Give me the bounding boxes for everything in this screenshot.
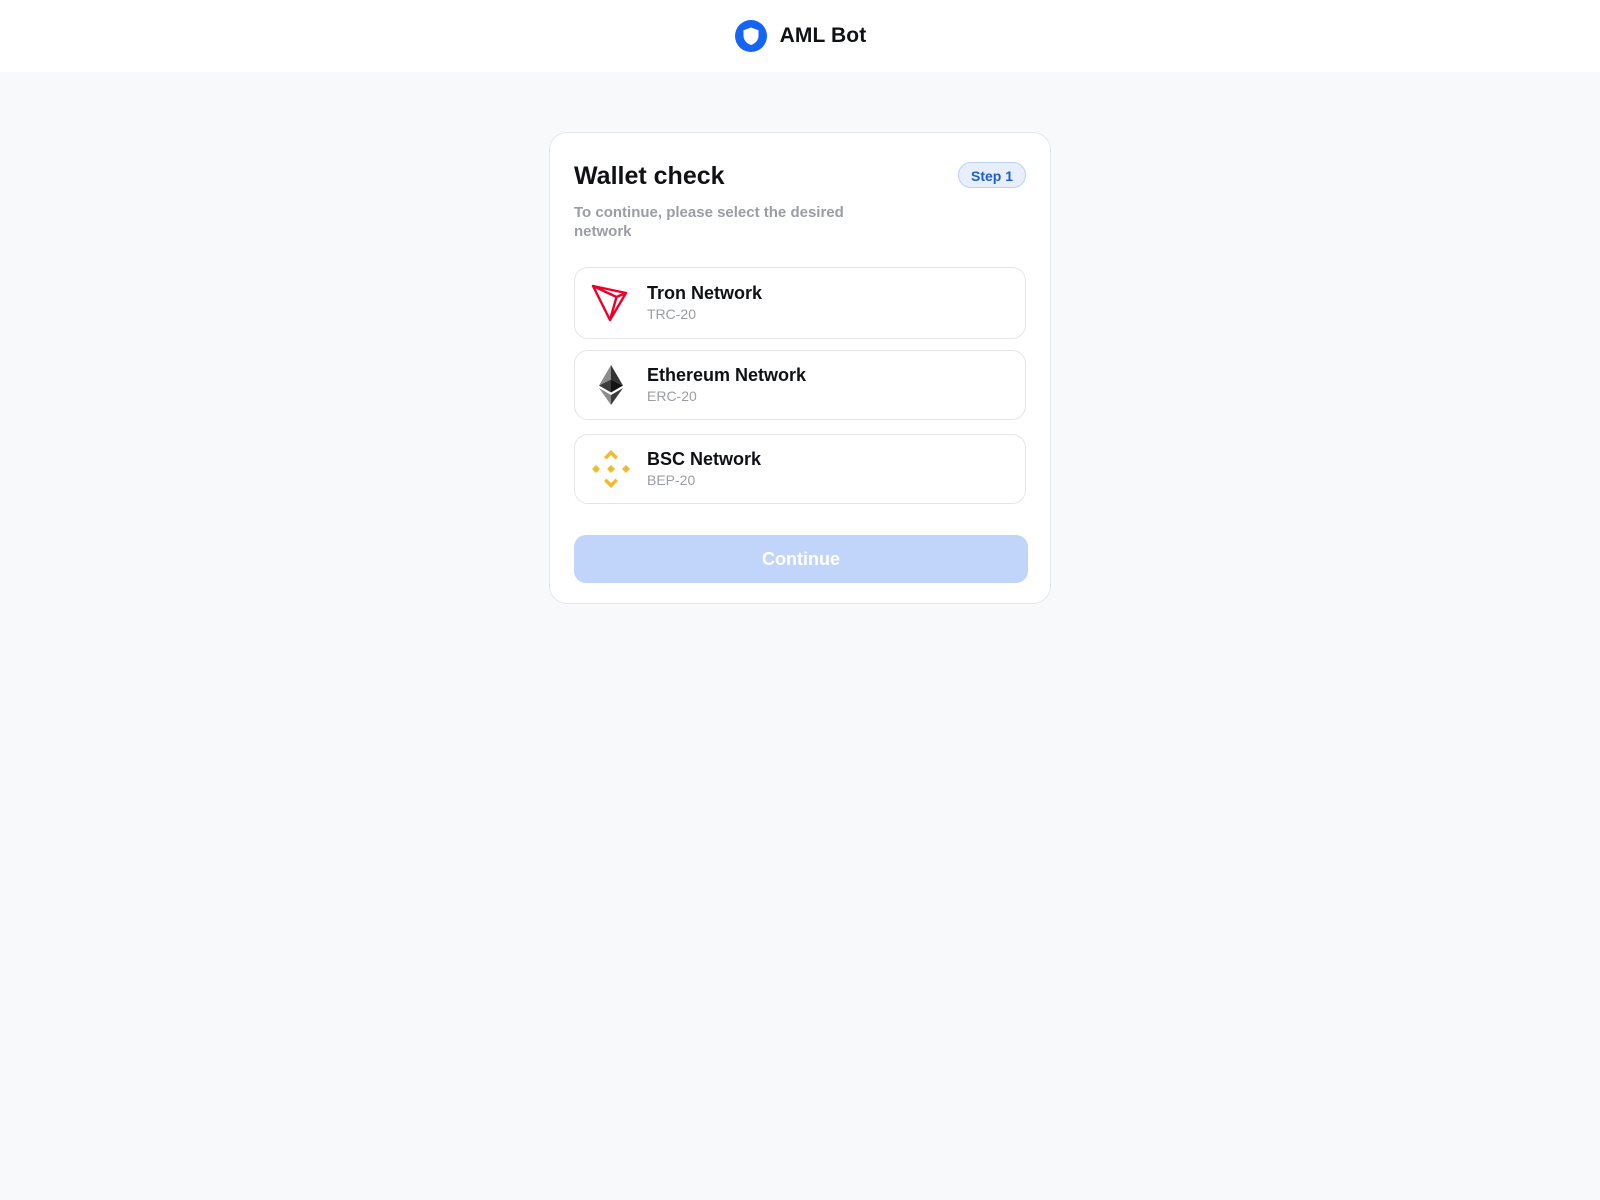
network-list: Tron Network TRC-20 Ethereum Network ERC… — [574, 267, 1026, 504]
card-header: Wallet check Step 1 — [574, 157, 1026, 195]
top-bar: AML Bot — [0, 0, 1600, 72]
network-text: BSC Network BEP-20 — [647, 448, 761, 490]
continue-button[interactable]: Continue — [574, 535, 1028, 583]
binance-icon — [591, 449, 631, 489]
network-text: Tron Network TRC-20 — [647, 282, 762, 324]
network-name: Ethereum Network — [647, 365, 807, 385]
brand-name: AML Bot — [779, 24, 867, 47]
network-option-bsc[interactable]: BSC Network BEP-20 — [574, 434, 1026, 504]
network-standard: TRC-20 — [647, 306, 697, 322]
card-subtitle: To continue, please select the desired n… — [574, 204, 844, 240]
network-option-ethereum[interactable]: Ethereum Network ERC-20 — [574, 350, 1026, 420]
ethereum-icon — [591, 365, 631, 405]
network-standard: ERC-20 — [647, 388, 697, 404]
brand[interactable]: AML Bot — [734, 19, 867, 53]
network-name: BSC Network — [647, 449, 762, 469]
tron-icon — [591, 283, 631, 323]
step-badge: Step 1 — [957, 162, 1026, 188]
network-option-tron[interactable]: Tron Network TRC-20 — [574, 267, 1026, 339]
network-name: Tron Network — [647, 283, 763, 303]
wallet-check-card: Wallet check Step 1 To continue, please … — [549, 132, 1051, 604]
network-text: Ethereum Network ERC-20 — [647, 364, 806, 406]
shield-icon — [734, 20, 767, 52]
network-standard: BEP-20 — [647, 472, 696, 488]
